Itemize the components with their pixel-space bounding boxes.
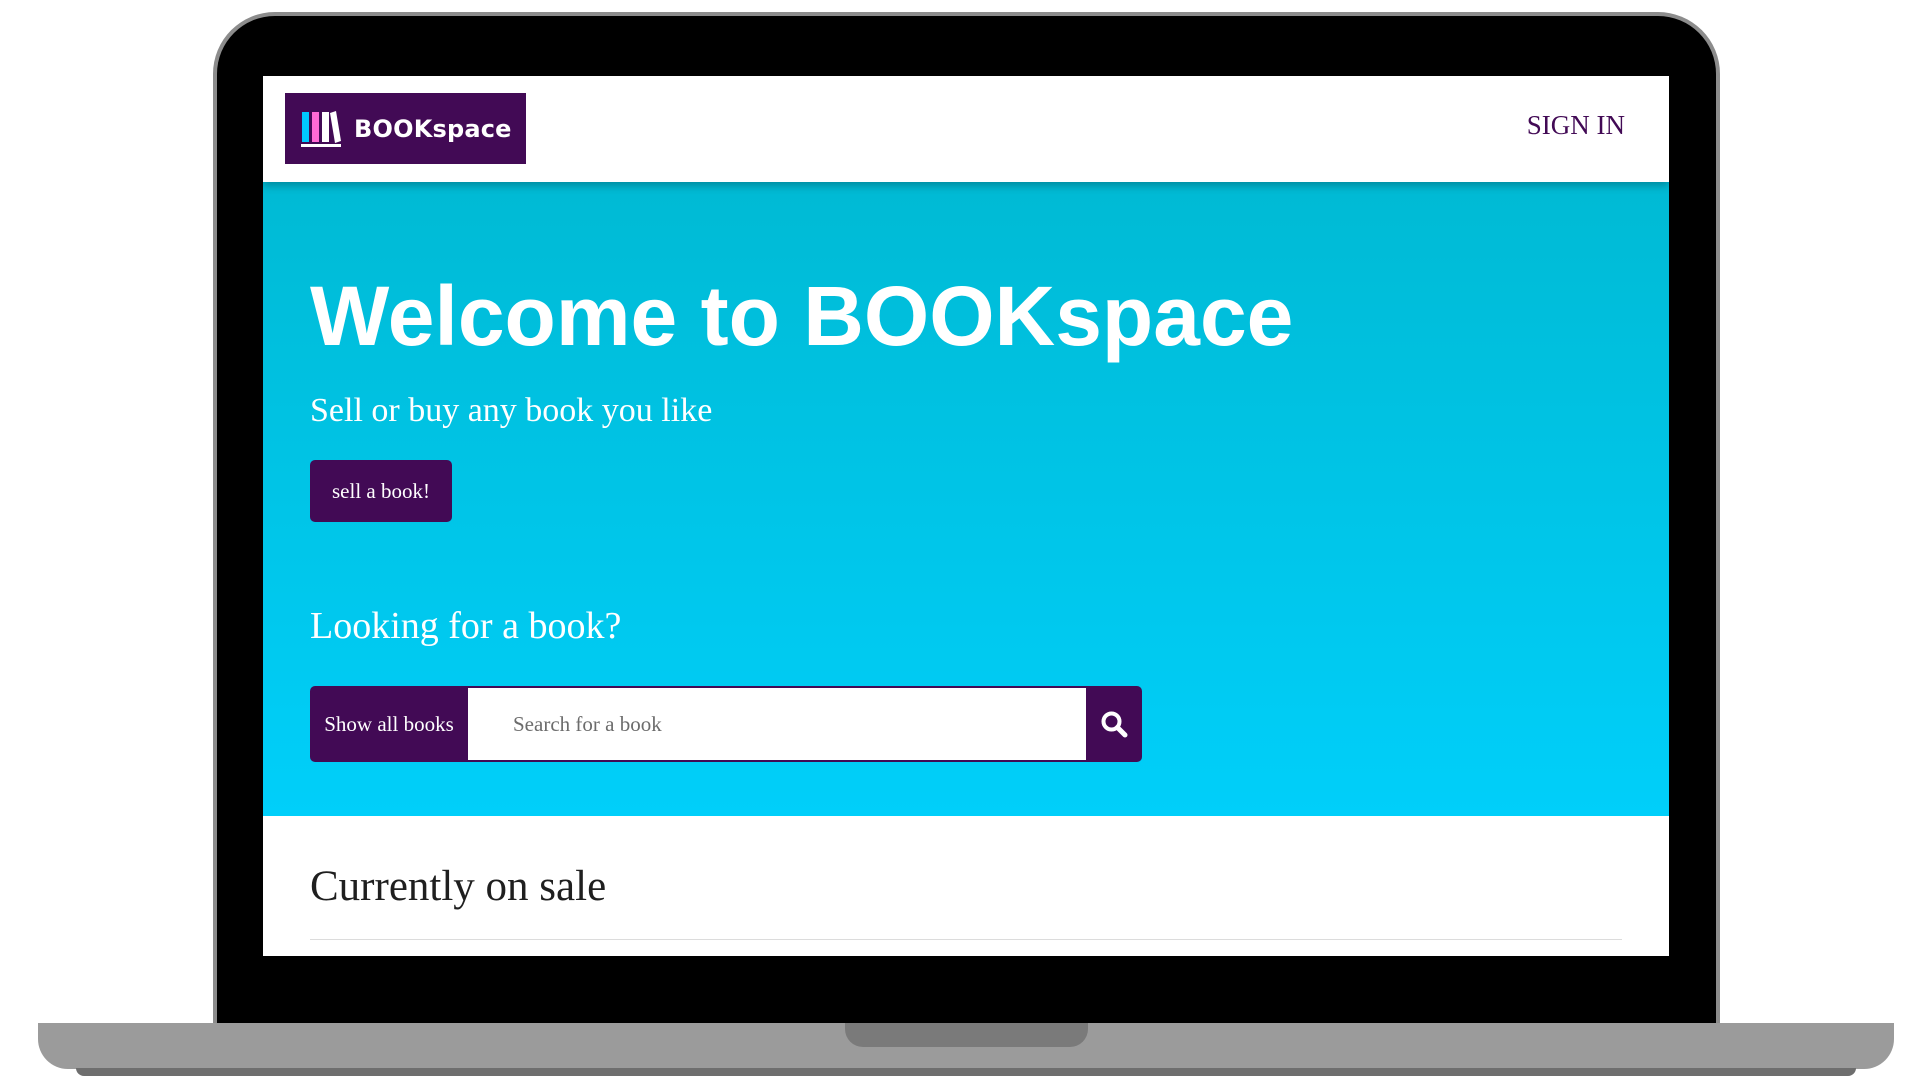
laptop-base-shadow [76, 1068, 1856, 1076]
hero-banner: Welcome to BOOKspace Sell or buy any boo… [263, 182, 1669, 816]
section-divider [310, 939, 1622, 940]
currently-on-sale-heading: Currently on sale [310, 863, 607, 910]
laptop-notch [845, 1023, 1088, 1047]
brand-name: BOOKspace [354, 114, 512, 143]
books-icon [301, 110, 341, 147]
search-input[interactable] [468, 686, 1086, 762]
hero-subtitle: Sell or buy any book you like [310, 392, 713, 429]
hero-title: Welcome to BOOKspace [310, 269, 1294, 363]
browser-screen: BOOKspace SIGN IN Welcome to BOOKspace S… [263, 76, 1669, 956]
search-button[interactable] [1086, 686, 1142, 762]
navbar: BOOKspace SIGN IN [263, 76, 1669, 182]
sell-book-button[interactable]: sell a book! [310, 460, 452, 522]
sign-in-link[interactable]: SIGN IN [1527, 110, 1625, 141]
search-heading: Looking for a book? [310, 605, 622, 647]
show-all-books-button[interactable]: Show all books [310, 686, 468, 762]
search-bar: Show all books [310, 686, 1142, 762]
brand-logo[interactable]: BOOKspace [285, 93, 526, 164]
search-icon [1101, 711, 1128, 738]
